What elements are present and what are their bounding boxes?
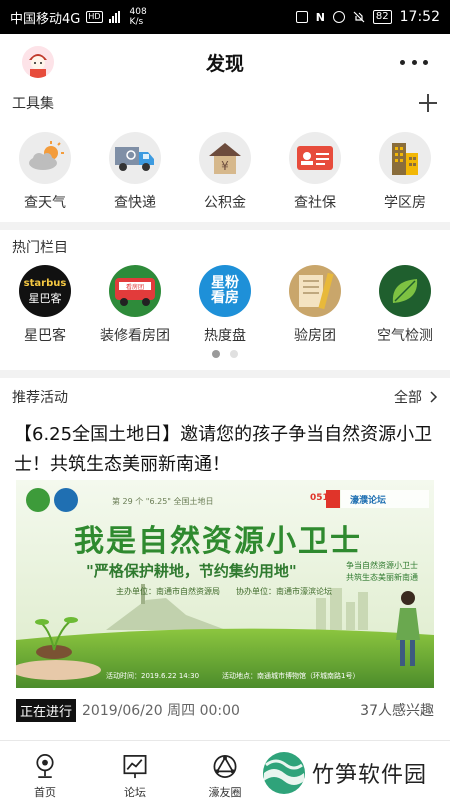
tool-school-district-label: 学区房 (384, 195, 426, 211)
nav-forum[interactable]: 论坛 (90, 741, 180, 800)
watermark-text: 竹笋软件园 (312, 763, 428, 788)
tool-delivery-label: 查快递 (114, 195, 156, 211)
activity-date: 2019/06/20 周四 00:00 (82, 703, 240, 719)
inspection-tools-icon (289, 265, 341, 317)
mute-icon (353, 11, 365, 23)
section-divider (0, 370, 450, 378)
tool-weather[interactable]: 查天气 (0, 132, 90, 212)
more-options-button[interactable] (400, 48, 428, 76)
hot-renovation-tour-label: 装修看房团 (100, 328, 170, 344)
interest-count: 37人感兴趣 (360, 703, 434, 719)
svg-text:看房团: 看房团 (126, 283, 144, 291)
banner-headline: 我是自然资源小卫士 (74, 524, 362, 559)
bus-tour-icon: 看房团 (109, 265, 161, 317)
battery-level: 82 (372, 10, 392, 24)
watermark: 竹笋软件园 (262, 748, 450, 798)
app-header: 发现 (0, 34, 450, 90)
tool-housing-fund-label: 公积金 (204, 195, 246, 211)
avatar[interactable] (22, 46, 54, 78)
banner-logo-text: 濠濮论坛 (350, 496, 387, 506)
activity-title[interactable]: 【6.25全国土地日】邀请您的孩子争当自然资源小卫士！共筑生态美丽新南通！ (14, 420, 434, 480)
activity-section-header: 推荐活动 全部 (0, 382, 450, 412)
vibrate-icon (295, 11, 308, 23)
alarm-icon (332, 11, 345, 23)
weather-icon (19, 132, 71, 184)
watermark-logo-icon (263, 752, 305, 794)
housing-fund-icon: ¥ (199, 132, 251, 184)
carrier-label: 中国移动4G (10, 11, 81, 27)
hot-renovation-tour[interactable]: 看房团 装修看房团 (90, 265, 180, 345)
nav-home[interactable]: 首页 (0, 741, 90, 800)
signal-icon (108, 11, 120, 23)
activity-meta: 正在进行 2019/06/20 周四 00:00 37人感兴趣 (16, 698, 434, 722)
hot-inspection[interactable]: 验房团 (270, 265, 360, 345)
hot-heat-property-label: 热度盘 (204, 328, 246, 344)
banner-host: 主办单位：南通市自然资源局 (116, 587, 220, 596)
hd-badge: HD (86, 11, 103, 23)
social-security-card-icon (289, 132, 341, 184)
hot-heat-property[interactable]: 星粉 看房 热度盘 (180, 265, 270, 345)
tool-weather-label: 查天气 (24, 195, 66, 211)
page-title: 发现 (205, 52, 244, 75)
page-dot-active[interactable] (212, 350, 220, 358)
activity-banner[interactable]: 第 29 个 "6.25" 全国土地日 0513 濠濮论坛 我是自然资源小卫士 … (16, 480, 434, 688)
section-divider (0, 222, 450, 230)
tool-social-security[interactable]: 查社保 (270, 132, 360, 212)
banner-co-host: 协办单位：南通市濠滨论坛 (236, 587, 332, 596)
home-camera-icon (36, 754, 54, 778)
hot-section-title: 热门栏目 (12, 240, 68, 256)
see-all-link[interactable]: 全部 (394, 387, 438, 407)
tool-housing-fund[interactable]: ¥ 公积金 (180, 132, 270, 212)
banner-place-info: 活动地点：南通城市博物馆（环城南路1号） (222, 672, 360, 680)
banner-top-line: 第 29 个 "6.25" 全国土地日 (112, 497, 214, 506)
add-tool-icon[interactable] (418, 93, 438, 113)
carousel-page-indicator[interactable] (0, 350, 450, 358)
hot-starbus-label: 星巴客 (24, 328, 66, 344)
activity-section-title: 推荐活动 (12, 390, 68, 406)
tool-delivery[interactable]: 查快递 (90, 132, 180, 212)
svg-text:¥: ¥ (221, 159, 229, 173)
page-dot[interactable] (230, 350, 238, 358)
air-leaf-icon (379, 265, 431, 317)
banner-side-line-2: 共筑生态美丽新南通 (346, 573, 418, 582)
banner-slogan: "严格保护耕地，节约集约用地" (86, 562, 297, 580)
nfc-icon: N (315, 10, 325, 24)
tools-row: 查天气 查快递 ¥ 公积金 查社保 学区房 (0, 132, 450, 212)
tools-section-header: 工具集 (0, 88, 450, 118)
banner-side-line-1: 争当自然资源小卫士 (346, 561, 418, 570)
hot-property-icon: 星粉 看房 (199, 265, 251, 317)
hot-air-test[interactable]: 空气检测 (360, 265, 450, 345)
status-badge: 正在进行 (16, 698, 77, 722)
hot-starbus[interactable]: starbus 星巴客 星巴客 (0, 265, 90, 345)
tool-school-district[interactable]: 学区房 (360, 132, 450, 212)
starbus-logo-icon: starbus 星巴客 (19, 265, 71, 317)
nav-forum-label: 论坛 (124, 786, 146, 799)
school-district-building-icon (379, 132, 431, 184)
banner-logo-number: 0513 (310, 493, 336, 503)
nav-home-label: 首页 (34, 786, 56, 799)
nav-friends-label: 濠友圈 (208, 786, 242, 799)
delivery-truck-icon (109, 132, 161, 184)
forum-chart-icon (123, 755, 147, 779)
status-bar: 中国移动4G HD 408 K/s N 82 17:52 (0, 0, 450, 34)
friend-circle-icon (213, 755, 237, 778)
nav-friends[interactable]: 濠友圈 (180, 741, 270, 800)
clock: 17:52 (399, 9, 440, 25)
hot-inspection-label: 验房团 (294, 328, 336, 344)
hot-row: starbus 星巴客 星巴客 看房团 装修看房团 星粉 看房 热度盘 验房团 … (0, 265, 450, 345)
hot-air-test-label: 空气检测 (377, 328, 433, 344)
banner-time-info: 活动时间：2019.6.22 14:30 (106, 672, 200, 680)
chevron-right-icon (430, 391, 438, 403)
hot-section-header: 热门栏目 (0, 232, 450, 262)
tool-social-security-label: 查社保 (294, 195, 336, 211)
tools-section-title: 工具集 (12, 96, 54, 112)
network-speed: 408 K/s (129, 7, 147, 27)
